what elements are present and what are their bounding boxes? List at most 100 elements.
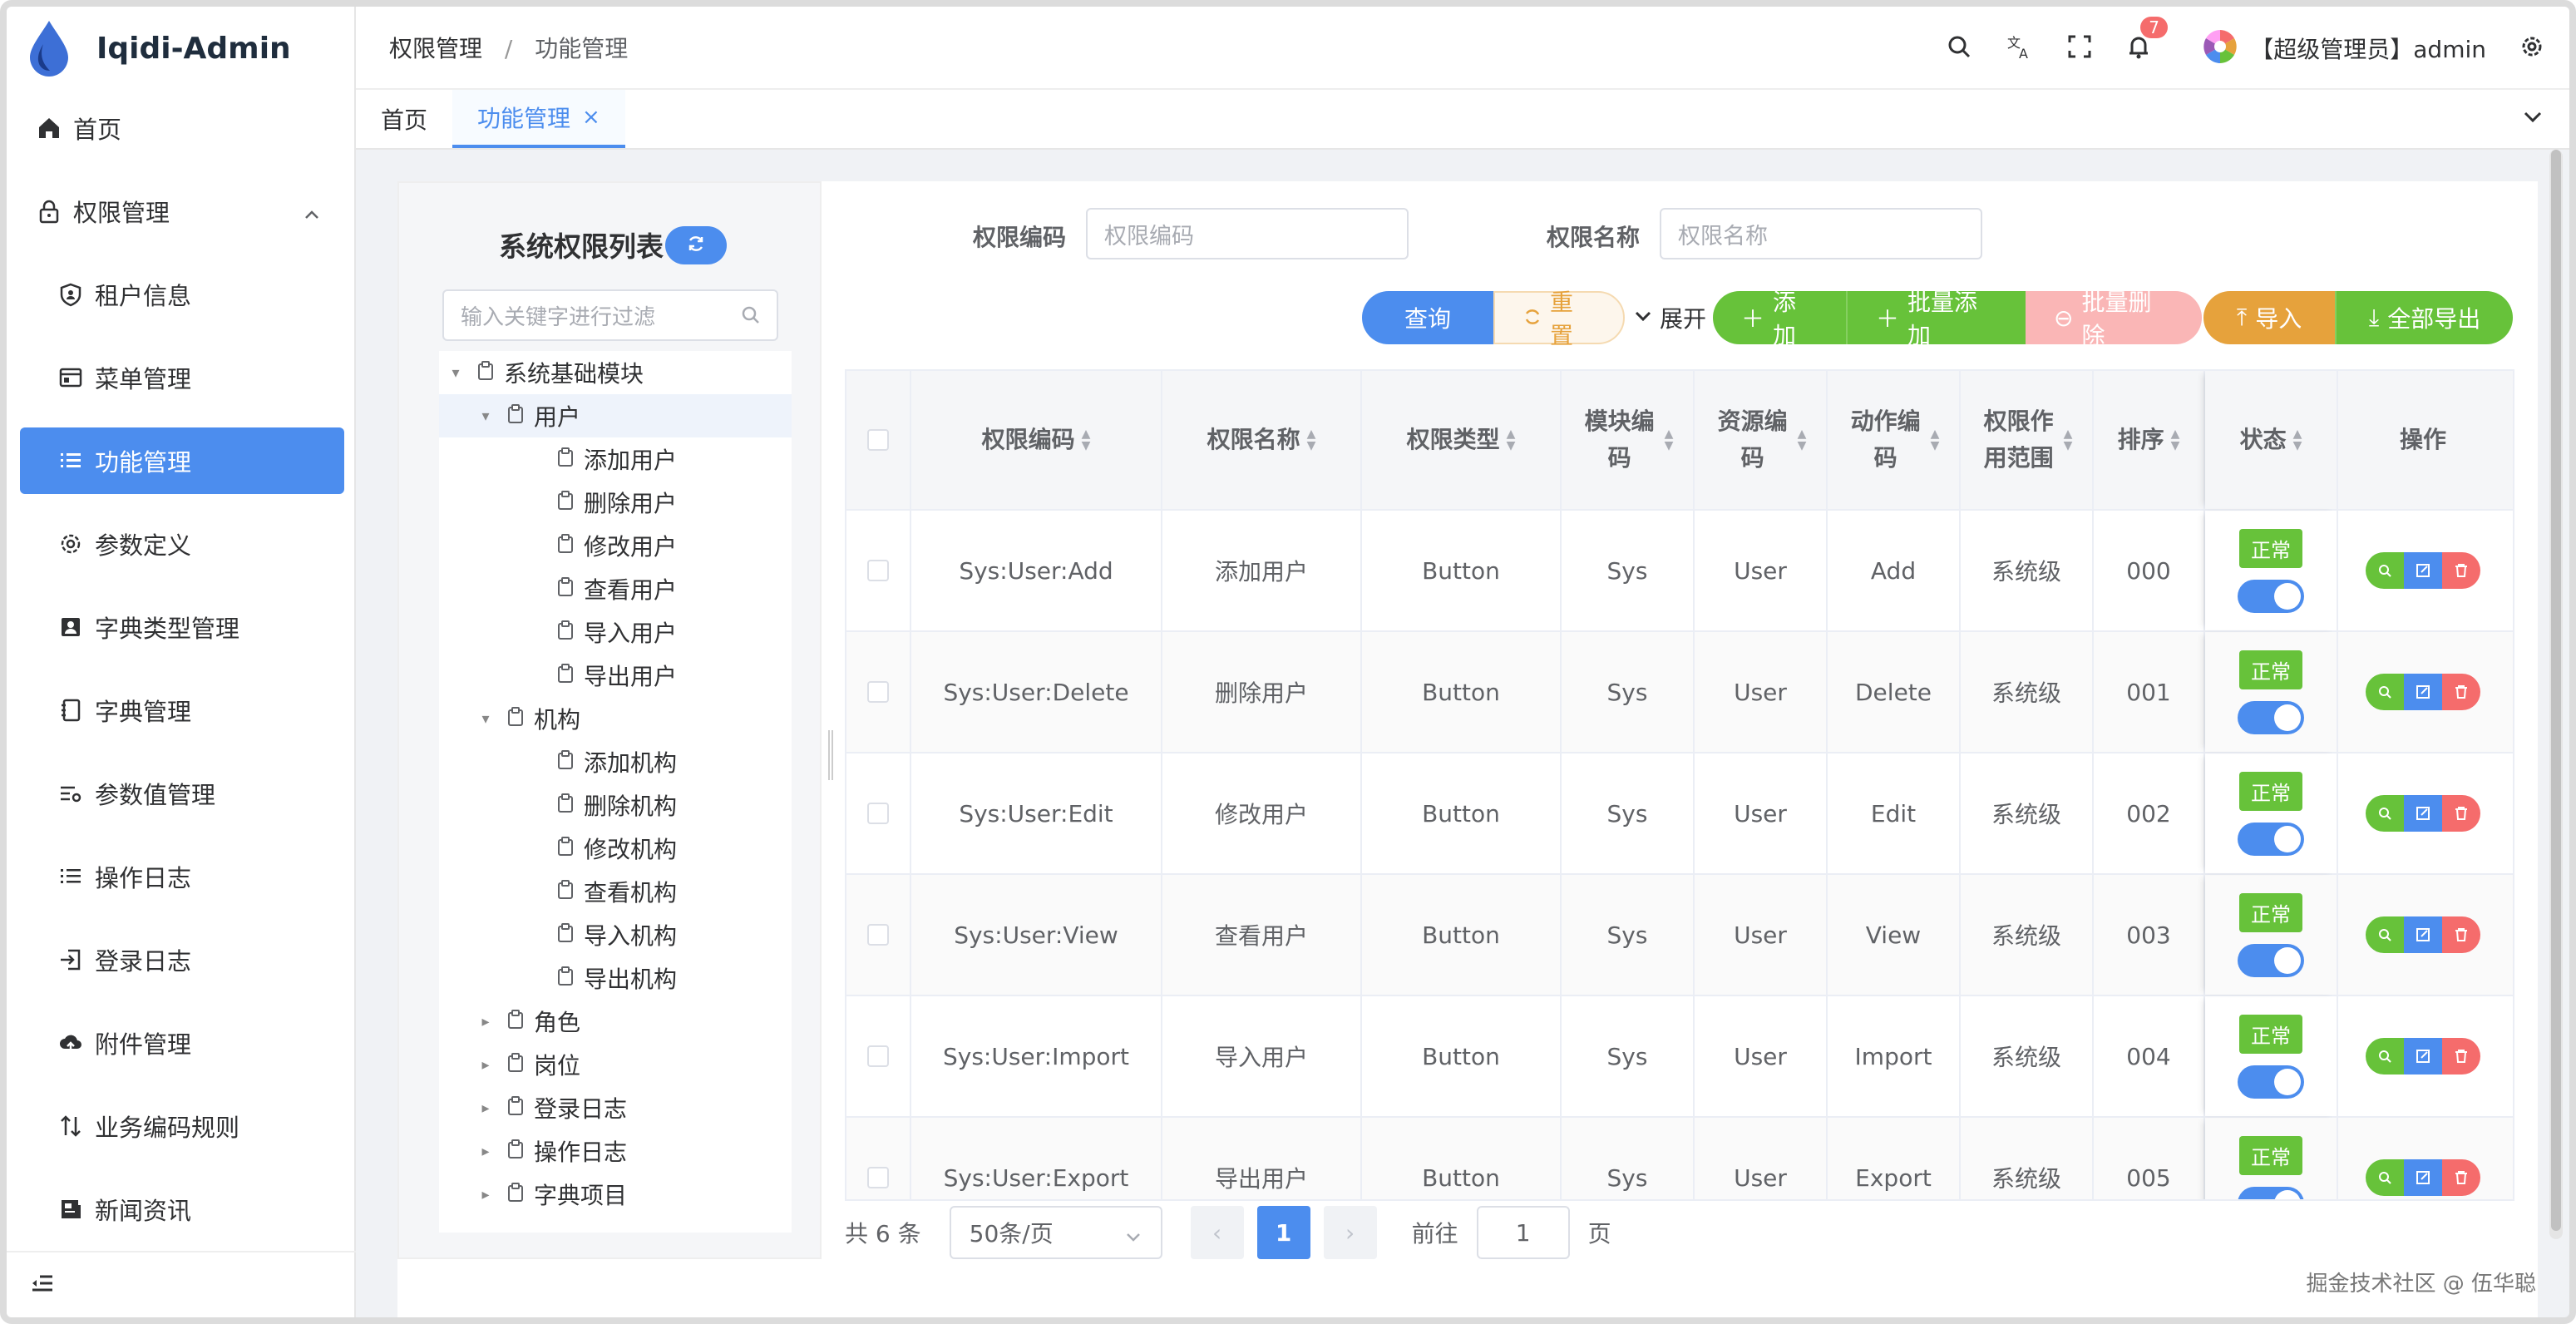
- table-row[interactable]: Sys:User:Delete 删除用户 Button Sys User Delete 系统…: [846, 632, 2513, 753]
- logo[interactable]: Iqidi-Admin: [7, 7, 354, 90]
- status-toggle[interactable]: [2238, 700, 2304, 734]
- tree-node[interactable]: 导入用户: [439, 610, 792, 654]
- page-size-select[interactable]: 50条/页: [949, 1206, 1162, 1259]
- column-header[interactable]: 资源编码 ▲ ▼: [1695, 371, 1828, 509]
- row-checkbox[interactable]: [867, 803, 889, 824]
- view-button[interactable]: [2366, 1159, 2404, 1196]
- row-checkbox[interactable]: [867, 1167, 889, 1188]
- table-row[interactable]: Sys:User:Import 导入用户 Button Sys User Import 系统…: [846, 996, 2513, 1118]
- search-icon[interactable]: [1946, 33, 1972, 63]
- column-header[interactable]: 排序 ▲ ▼: [2094, 371, 2205, 509]
- batch-delete-button[interactable]: ⊖ 批量删除: [2026, 289, 2203, 349]
- sidebar-item-param-def[interactable]: 参数定义: [7, 511, 354, 577]
- export-all-button[interactable]: ⤓ 全部导出: [2335, 291, 2514, 344]
- close-icon[interactable]: ×: [582, 105, 600, 130]
- column-header[interactable]: 权限作用范围 ▲ ▼: [1961, 371, 2094, 509]
- goto-page-input[interactable]: 1: [1476, 1206, 1570, 1259]
- row-checkbox[interactable]: [867, 681, 889, 703]
- tree-node[interactable]: ▸ 岗位: [439, 1043, 792, 1086]
- delete-button[interactable]: [2442, 916, 2480, 953]
- scrollbar-thumb[interactable]: [2551, 150, 2561, 1231]
- status-toggle[interactable]: [2238, 1065, 2304, 1099]
- status-toggle[interactable]: [2238, 1186, 2304, 1199]
- tree-node[interactable]: 导出机构: [439, 956, 792, 1000]
- page-scrollbar[interactable]: [2549, 150, 2563, 1239]
- caret-right-icon[interactable]: ▸: [479, 1056, 492, 1074]
- page-number-button[interactable]: 1: [1256, 1206, 1310, 1259]
- prev-page-button[interactable]: ‹: [1190, 1206, 1244, 1259]
- sidebar-item-news[interactable]: 新闻资讯: [7, 1176, 354, 1242]
- tree-node[interactable]: 查看用户: [439, 567, 792, 610]
- tab-function-management[interactable]: 功能管理 ×: [452, 90, 625, 148]
- delete-button[interactable]: [2442, 674, 2480, 710]
- view-button[interactable]: [2366, 795, 2404, 832]
- tree-node[interactable]: ▾ 机构: [439, 697, 792, 740]
- sidebar-item-login-log[interactable]: 登录日志: [7, 926, 354, 993]
- tree-node[interactable]: 添加机构: [439, 740, 792, 783]
- table-row[interactable]: Sys:User:Edit 修改用户 Button Sys User Edit 系统级 002…: [846, 753, 2513, 875]
- sidebar-item-function[interactable]: 功能管理: [20, 427, 344, 494]
- caret-down-icon[interactable]: ▾: [479, 408, 492, 425]
- row-checkbox[interactable]: [867, 1045, 889, 1067]
- caret-right-icon[interactable]: ▸: [479, 1013, 492, 1030]
- table-row[interactable]: Sys:User:Export 导出用户 Button Sys User Export 系统…: [846, 1118, 2513, 1199]
- table-row[interactable]: Sys:User:View 查看用户 Button Sys User View 系统级 003…: [846, 875, 2513, 996]
- column-header[interactable]: 权限名称 ▲ ▼: [1162, 371, 1362, 509]
- sidebar-item-dict[interactable]: 字典管理: [7, 677, 354, 744]
- caret-right-icon[interactable]: ▸: [479, 1143, 492, 1160]
- table-row[interactable]: Sys:User:Add 添加用户 Button Sys User Add 系统级 000 正常: [846, 511, 2513, 632]
- tree-node[interactable]: ▸ 登录日志: [439, 1086, 792, 1129]
- sidebar-item-home[interactable]: 首页: [7, 95, 354, 161]
- edit-button[interactable]: [2404, 1159, 2442, 1196]
- tree-node[interactable]: 导入机构: [439, 913, 792, 956]
- column-header[interactable]: 权限编码 ▲ ▼: [911, 371, 1162, 509]
- column-header[interactable]: 状态 ▲ ▼: [2205, 371, 2338, 509]
- row-checkbox[interactable]: [867, 924, 889, 946]
- view-button[interactable]: [2366, 552, 2404, 589]
- tab-home[interactable]: 首页: [356, 90, 452, 148]
- delete-button[interactable]: [2442, 1038, 2480, 1075]
- query-name-input[interactable]: 权限名称: [1660, 208, 1982, 259]
- status-toggle[interactable]: [2238, 822, 2304, 856]
- view-button[interactable]: [2366, 1038, 2404, 1075]
- column-header[interactable]: 模块编码 ▲ ▼: [1562, 371, 1695, 509]
- tree-node[interactable]: ▾ 系统基础模块: [439, 351, 792, 394]
- delete-button[interactable]: [2442, 1159, 2480, 1196]
- breadcrumb-item[interactable]: 权限管理: [389, 35, 482, 62]
- tree-node[interactable]: 修改用户: [439, 524, 792, 567]
- sidebar-item-permission[interactable]: 权限管理: [7, 178, 354, 245]
- caret-right-icon[interactable]: ▸: [479, 1099, 492, 1117]
- query-code-input[interactable]: 权限编码: [1086, 208, 1409, 259]
- import-button[interactable]: ⤒ 导入: [2203, 291, 2336, 344]
- user-menu[interactable]: 【超级管理员】admin: [2202, 28, 2486, 68]
- chevron-down-icon[interactable]: [2521, 105, 2544, 131]
- caret-down-icon[interactable]: ▾: [479, 710, 492, 728]
- sidebar-item-code-rule[interactable]: 业务编码规则: [7, 1093, 354, 1159]
- translate-icon[interactable]: 文A: [2006, 32, 2034, 64]
- expand-toggle[interactable]: 展开: [1633, 301, 1706, 334]
- delete-button[interactable]: [2442, 795, 2480, 832]
- column-header[interactable]: 权限类型 ▲ ▼: [1362, 371, 1562, 509]
- caret-right-icon[interactable]: ▸: [479, 1186, 492, 1203]
- tree-node[interactable]: ▸ 字典项目: [439, 1173, 792, 1216]
- tree-node[interactable]: 查看机构: [439, 870, 792, 913]
- view-button[interactable]: [2366, 916, 2404, 953]
- tree-refresh-button[interactable]: [665, 226, 727, 264]
- edit-button[interactable]: [2404, 916, 2442, 953]
- view-button[interactable]: [2366, 674, 2404, 710]
- status-toggle[interactable]: [2238, 579, 2304, 613]
- sidebar-item-menu[interactable]: 菜单管理: [7, 344, 354, 411]
- delete-button[interactable]: [2442, 552, 2480, 589]
- column-header[interactable]: 动作编码 ▲ ▼: [1828, 371, 1961, 509]
- tree-node[interactable]: ▾ 用户: [439, 394, 792, 437]
- edit-button[interactable]: [2404, 674, 2442, 710]
- edit-button[interactable]: [2404, 1038, 2442, 1075]
- tree-node[interactable]: 添加用户: [439, 437, 792, 481]
- sidebar-collapse-button[interactable]: [7, 1251, 356, 1317]
- settings-gear-icon[interactable]: [2519, 34, 2544, 62]
- sidebar-item-tenant[interactable]: 租户信息: [7, 261, 354, 328]
- edit-button[interactable]: [2404, 552, 2442, 589]
- tree-node[interactable]: ▸ 操作日志: [439, 1129, 792, 1173]
- sidebar-item-attachment[interactable]: 附件管理: [7, 1010, 354, 1076]
- fullscreen-icon[interactable]: [2067, 34, 2092, 62]
